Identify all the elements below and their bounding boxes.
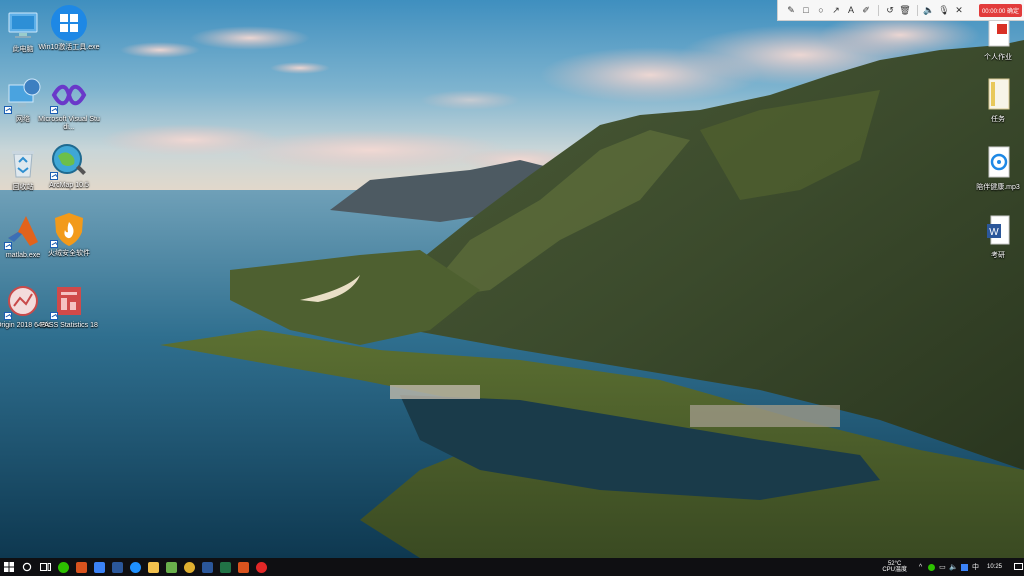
taskbar-app-netease-music[interactable]: [252, 558, 270, 576]
shortcut-arrow-icon: [50, 312, 58, 320]
wechat-icon: [57, 561, 69, 573]
taskbar-app-photos[interactable]: [162, 558, 180, 576]
toolbar-divider: [878, 4, 879, 16]
notification-center-button[interactable]: [1012, 558, 1024, 576]
desktop-icon-personal-work[interactable]: 个人作业: [966, 14, 1024, 62]
start-button[interactable]: [0, 558, 18, 576]
folder-icon: [147, 561, 159, 573]
cpu-temperature-widget[interactable]: 52°C CPU温度: [882, 561, 907, 573]
cpu-temperature-label: CPU温度: [882, 567, 907, 573]
taskbar-app-screen-recorder[interactable]: [90, 558, 108, 576]
matlab-icon: [75, 561, 87, 573]
windows-logo-icon: [50, 4, 88, 42]
arcmap-globe-icon: [50, 142, 88, 180]
desktop-icon-pass[interactable]: PASS Statistics 18: [37, 282, 101, 330]
shortcut-arrow-icon: [4, 106, 12, 114]
arrow-icon[interactable]: ↗: [829, 3, 843, 17]
network-tray-icon[interactable]: ▭: [937, 558, 948, 576]
screen-recorder-toolbar: ✎ □ ○ ↗ A ✐ ↺ 🗑 🔈 🎙 ✕ 00:00:00 确定: [777, 0, 1024, 21]
taskbar-app-word-doc[interactable]: [198, 558, 216, 576]
desktop-icon-label: 陪伴健康.mp3: [976, 184, 1020, 191]
edge-icon: [129, 561, 141, 573]
windows-start-icon: [4, 562, 14, 572]
record-timer-button[interactable]: 00:00:00 确定: [978, 3, 1022, 17]
shortcut-arrow-icon: [50, 240, 58, 248]
undo-icon[interactable]: ↺: [883, 3, 897, 17]
close-icon[interactable]: ✕: [952, 3, 966, 17]
desktop-icon-label: PASS Statistics 18: [40, 322, 98, 329]
highlighter-icon[interactable]: ✐: [859, 3, 873, 17]
system-tray: 52°C CPU温度 ^ ▭ 🔈 中 10:25: [882, 558, 1024, 576]
speaker-icon[interactable]: 🔈: [922, 3, 936, 17]
photos-icon: [165, 561, 177, 573]
desktop-icon-label: Microsoft Visual Studi...: [38, 116, 100, 131]
task-view-button[interactable]: [36, 558, 54, 576]
word-icon: [111, 561, 123, 573]
document-folder-icon: [979, 76, 1017, 114]
recorder-tray-icon[interactable]: [959, 558, 970, 576]
text-icon[interactable]: A: [844, 3, 858, 17]
toolbar-divider: [917, 4, 918, 16]
desktop-icon-visual-studio[interactable]: Microsoft Visual Studi...: [37, 76, 101, 132]
task-view-icon: [39, 563, 51, 571]
search-icon: [22, 562, 32, 572]
desktop-icon-kaoyan-doc[interactable]: W 考研: [966, 212, 1024, 260]
shortcut-arrow-icon: [50, 172, 58, 180]
matlab-icon: [237, 561, 249, 573]
search-button[interactable]: [18, 558, 36, 576]
chrome-icon: [183, 561, 195, 573]
word-document-icon: W: [979, 212, 1017, 250]
taskbar-app-excel[interactable]: [216, 558, 234, 576]
desktop-icon-label: 考研: [991, 252, 1005, 259]
taskbar-app-wechat[interactable]: [54, 558, 72, 576]
recorder-icon: [93, 561, 105, 573]
shortcut-arrow-icon: [50, 106, 58, 114]
desktop-wallpaper: [0, 0, 1024, 558]
word-doc-icon: [201, 561, 213, 573]
desktop-icon-label: Win10激活工具.exe: [38, 44, 100, 51]
desktop-icon-win10-activator[interactable]: Win10激活工具.exe: [37, 4, 101, 52]
desktop-icon-mp3-file[interactable]: 陪伴健康.mp3: [966, 144, 1024, 192]
taskbar-app-edge[interactable]: [126, 558, 144, 576]
desktop-icon-label: 火绒安全软件: [48, 250, 90, 257]
excel-icon: [219, 561, 231, 573]
pass-statistics-icon: [50, 282, 88, 320]
desktop-icon-label: ArcMap 10.5: [49, 182, 89, 189]
wechat-tray-icon[interactable]: [926, 558, 937, 576]
music-icon: [255, 561, 267, 573]
taskbar-app-chrome[interactable]: [180, 558, 198, 576]
desktop-icon-huorong[interactable]: 火绒安全软件: [37, 210, 101, 258]
shield-flame-icon: [50, 210, 88, 248]
microphone-icon[interactable]: 🎙: [937, 3, 951, 17]
taskbar-app-matlab[interactable]: [72, 558, 90, 576]
delete-icon[interactable]: 🗑: [898, 3, 912, 17]
shortcut-arrow-icon: [4, 312, 12, 320]
desktop-icon-arcmap[interactable]: ArcMap 10.5: [37, 142, 101, 190]
rectangle-icon[interactable]: □: [799, 3, 813, 17]
input-method-indicator[interactable]: 中: [970, 558, 981, 576]
desktop-icon-tasks-folder[interactable]: 任务: [966, 76, 1024, 124]
pen-icon[interactable]: ✎: [784, 3, 798, 17]
svg-text:W: W: [989, 227, 999, 238]
taskbar-app-matlab-2[interactable]: [234, 558, 252, 576]
taskbar: 52°C CPU温度 ^ ▭ 🔈 中 10:25: [0, 558, 1024, 576]
shortcut-arrow-icon: [4, 242, 12, 250]
show-hidden-icons-chevron-icon[interactable]: ^: [915, 558, 926, 576]
taskbar-app-file-explorer[interactable]: [144, 558, 162, 576]
volume-tray-icon[interactable]: 🔈: [948, 558, 959, 576]
ellipse-icon[interactable]: ○: [814, 3, 828, 17]
taskbar-app-word[interactable]: [108, 558, 126, 576]
taskbar-clock[interactable]: 10:25: [987, 564, 1002, 570]
notification-icon: [1013, 563, 1023, 570]
desktop-icon-label: 个人作业: [984, 54, 1012, 61]
desktop-icon-label: 任务: [991, 116, 1005, 123]
visual-studio-icon: [50, 76, 88, 114]
audio-file-icon: [979, 144, 1017, 182]
